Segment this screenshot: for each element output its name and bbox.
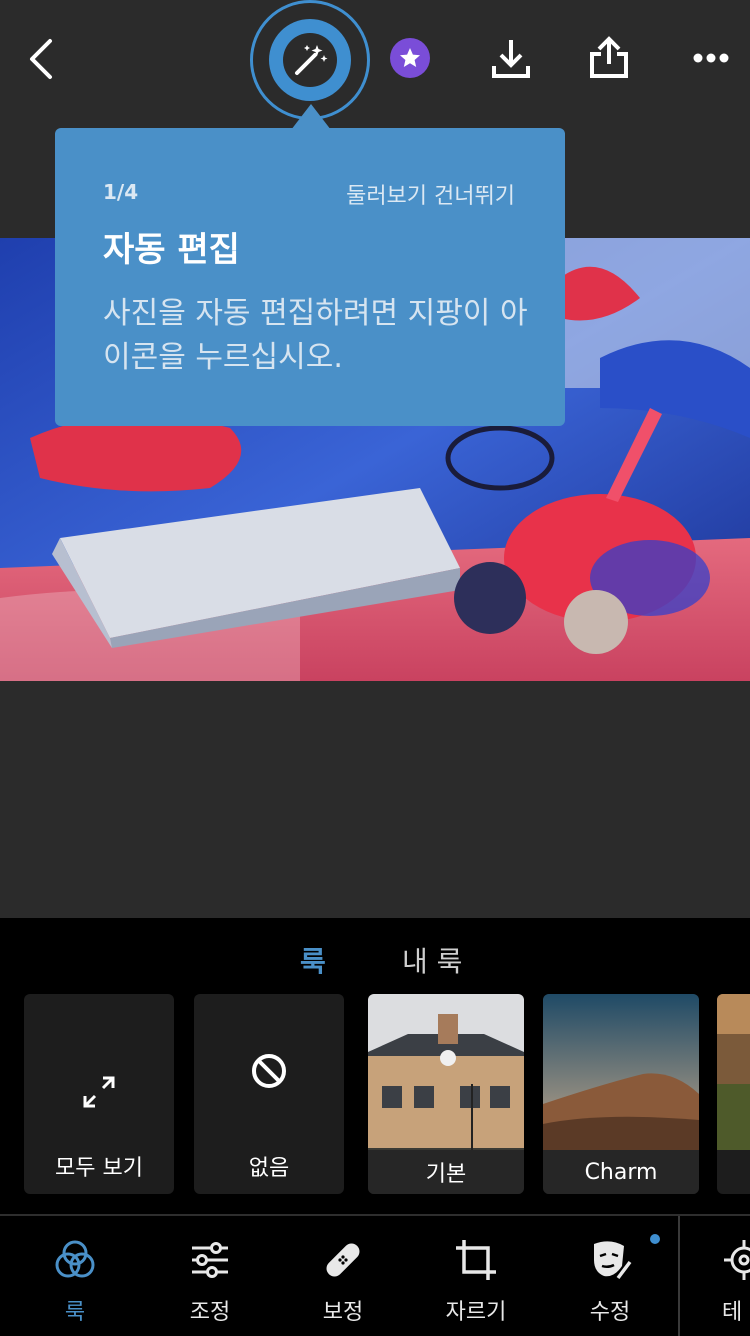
gear-icon bbox=[724, 1240, 750, 1280]
tooltip-body: 사진을 자동 편집하려면 지팡이 아이콘을 누르십시오. bbox=[103, 296, 528, 375]
preset-basic[interactable]: 기본 bbox=[368, 994, 524, 1194]
nav-label: 룩 bbox=[64, 1300, 86, 1325]
crop-icon bbox=[456, 1240, 496, 1280]
back-button[interactable] bbox=[18, 34, 64, 84]
tooltip-arrow bbox=[291, 104, 331, 130]
none-icon bbox=[252, 1054, 286, 1088]
preset-label: 모두 보기 bbox=[55, 1156, 143, 1181]
nav-label: 수정 bbox=[589, 1300, 631, 1325]
tooltip-step: 1/4 bbox=[103, 180, 139, 204]
tooltip-title: 자동 편집 bbox=[103, 230, 240, 270]
face-brush-icon bbox=[594, 1241, 632, 1280]
auto-edit-core bbox=[283, 33, 337, 87]
nav-looks[interactable]: 룩 bbox=[25, 1236, 125, 1326]
preset-charm[interactable]: Charm bbox=[543, 994, 699, 1194]
back-icon bbox=[30, 39, 52, 79]
expand-icon bbox=[83, 1076, 115, 1108]
download-button[interactable] bbox=[488, 36, 534, 82]
notification-dot bbox=[650, 1234, 660, 1244]
bandage-icon bbox=[326, 1243, 360, 1277]
looks-tabs: 룩 내 룩 bbox=[0, 940, 750, 984]
preset-none[interactable]: 없음 bbox=[194, 994, 344, 1194]
nav-label: 조정 bbox=[189, 1300, 231, 1325]
nav-edit[interactable]: 수정 bbox=[560, 1236, 660, 1326]
nav-label: 자르기 bbox=[445, 1300, 507, 1325]
nav-heal[interactable]: 보정 bbox=[293, 1236, 393, 1326]
nav-label: 테 bbox=[722, 1300, 743, 1325]
preset-basic-thumbnail bbox=[368, 994, 524, 1150]
bottom-navigation: 룩 조정 보정 자르기 수정 테 bbox=[0, 1214, 750, 1336]
tab-looks[interactable]: 룩 bbox=[300, 940, 326, 980]
preset-view-all[interactable]: 모두 보기 bbox=[24, 994, 174, 1194]
preset-label: 없음 bbox=[248, 1156, 290, 1181]
nav-divider bbox=[678, 1216, 680, 1336]
nav-adjust[interactable]: 조정 bbox=[160, 1236, 260, 1326]
share-button[interactable] bbox=[586, 34, 632, 82]
coachmark-tooltip: 1/4 둘러보기 건너뛰기 자동 편집 사진을 자동 편집하려면 지팡이 아이콘… bbox=[55, 128, 565, 426]
auto-edit-ring bbox=[269, 19, 351, 101]
sliders-icon bbox=[192, 1242, 228, 1278]
nav-crop[interactable]: 자르기 bbox=[426, 1236, 526, 1326]
skip-tour-link[interactable]: 둘러보기 건너뛰기 bbox=[346, 178, 515, 210]
auto-edit-button[interactable] bbox=[250, 0, 370, 120]
nav-label: 보정 bbox=[322, 1300, 364, 1325]
looks-icon bbox=[55, 1240, 95, 1278]
preset-charm-thumbnail bbox=[543, 994, 699, 1150]
magic-wand-icon bbox=[295, 45, 328, 75]
preset-next-thumbnail bbox=[717, 994, 750, 1150]
tab-my-looks[interactable]: 내 룩 bbox=[402, 940, 462, 980]
download-icon bbox=[492, 40, 530, 78]
premium-badge[interactable] bbox=[390, 38, 430, 78]
preset-next-partial[interactable] bbox=[717, 994, 750, 1194]
more-icon bbox=[693, 53, 729, 63]
top-toolbar bbox=[0, 0, 750, 120]
more-button[interactable] bbox=[688, 40, 734, 76]
star-badge-icon bbox=[400, 48, 420, 67]
preset-label: Charm bbox=[543, 1150, 699, 1194]
share-icon bbox=[590, 36, 628, 78]
nav-more-partial[interactable]: 테 bbox=[700, 1236, 750, 1326]
preset-label: 기본 bbox=[368, 1150, 524, 1194]
